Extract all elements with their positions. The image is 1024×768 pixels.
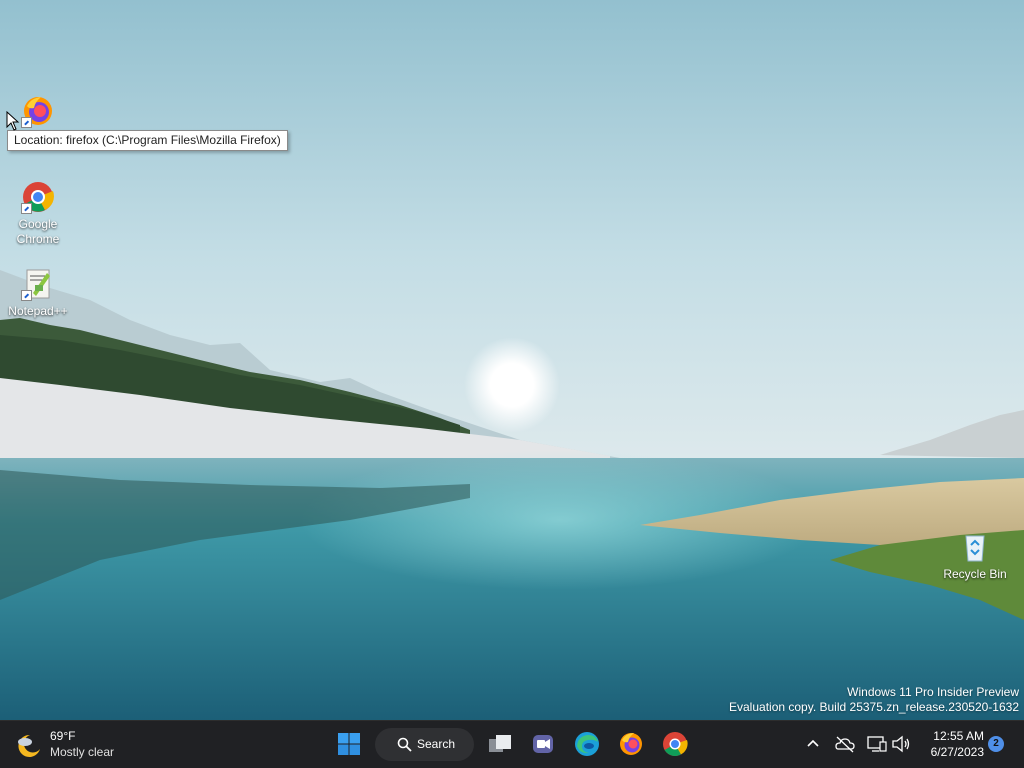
firefox-taskbar-button[interactable] bbox=[614, 727, 648, 761]
network-icon[interactable] bbox=[866, 733, 888, 755]
weather-condition: Mostly clear bbox=[50, 745, 115, 759]
clock[interactable]: 12:55 AM 6/27/2023 bbox=[918, 728, 984, 760]
taskbar: 69°F Mostly clear Search 12:55 AM 6/27/2… bbox=[0, 720, 1024, 768]
desktop-icon-label: Notepad++ bbox=[8, 304, 68, 318]
search-button[interactable]: Search bbox=[375, 728, 474, 761]
teams-chat-button[interactable] bbox=[526, 727, 560, 761]
shortcut-arrow-icon bbox=[21, 203, 32, 214]
edge-button[interactable] bbox=[570, 727, 604, 761]
start-button[interactable] bbox=[332, 727, 366, 761]
firefox-icon bbox=[21, 94, 55, 128]
chrome-taskbar-button[interactable] bbox=[658, 727, 692, 761]
recycle-bin-icon bbox=[958, 530, 992, 564]
task-view-button[interactable] bbox=[483, 727, 517, 761]
desktop[interactable]: Google Chrome Notepad++ Recycle Bin Loca… bbox=[0, 0, 1024, 720]
edge-icon bbox=[575, 732, 599, 756]
teams-chat-icon bbox=[533, 735, 553, 753]
search-label: Search bbox=[417, 737, 456, 751]
notification-badge[interactable]: 2 bbox=[988, 736, 1004, 752]
search-icon bbox=[397, 737, 412, 752]
evaluation-watermark: Windows 11 Pro Insider Preview Evaluatio… bbox=[729, 685, 1019, 715]
shortcut-arrow-icon bbox=[21, 290, 32, 301]
desktop-icon-recycle-bin[interactable]: Recycle Bin bbox=[937, 530, 1013, 582]
moon-cloud-icon bbox=[18, 734, 40, 757]
tooltip: Location: firefox (C:\Program Files\Mozi… bbox=[7, 130, 288, 151]
desktop-icon-label: Chrome bbox=[16, 232, 60, 246]
mouse-cursor-icon bbox=[6, 111, 20, 131]
clock-date: 6/27/2023 bbox=[930, 745, 984, 759]
desktop-icon-notepadpp[interactable]: Notepad++ bbox=[0, 267, 76, 319]
volume-icon[interactable] bbox=[890, 733, 912, 755]
clock-time: 12:55 AM bbox=[933, 729, 984, 743]
desktop-icon-google-chrome[interactable]: Google Chrome bbox=[0, 180, 76, 247]
watermark-line2: Evaluation copy. Build 25375.zn_release.… bbox=[729, 700, 1019, 714]
shortcut-arrow-icon bbox=[21, 117, 32, 128]
desktop-icon-label: Recycle Bin bbox=[943, 567, 1007, 581]
notepadpp-icon bbox=[21, 267, 55, 301]
firefox-icon bbox=[620, 733, 642, 755]
wallpaper bbox=[0, 0, 1024, 720]
chevron-up-icon[interactable] bbox=[803, 734, 823, 754]
chrome-icon bbox=[663, 732, 688, 757]
chrome-icon bbox=[21, 180, 55, 214]
onedrive-offline-icon[interactable] bbox=[834, 733, 856, 755]
desktop-icon-label: Google bbox=[18, 217, 58, 231]
task-view-icon bbox=[489, 735, 511, 752]
watermark-line1: Windows 11 Pro Insider Preview bbox=[847, 685, 1019, 699]
weather-temperature: 69°F bbox=[50, 729, 76, 743]
start-icon bbox=[338, 733, 360, 755]
